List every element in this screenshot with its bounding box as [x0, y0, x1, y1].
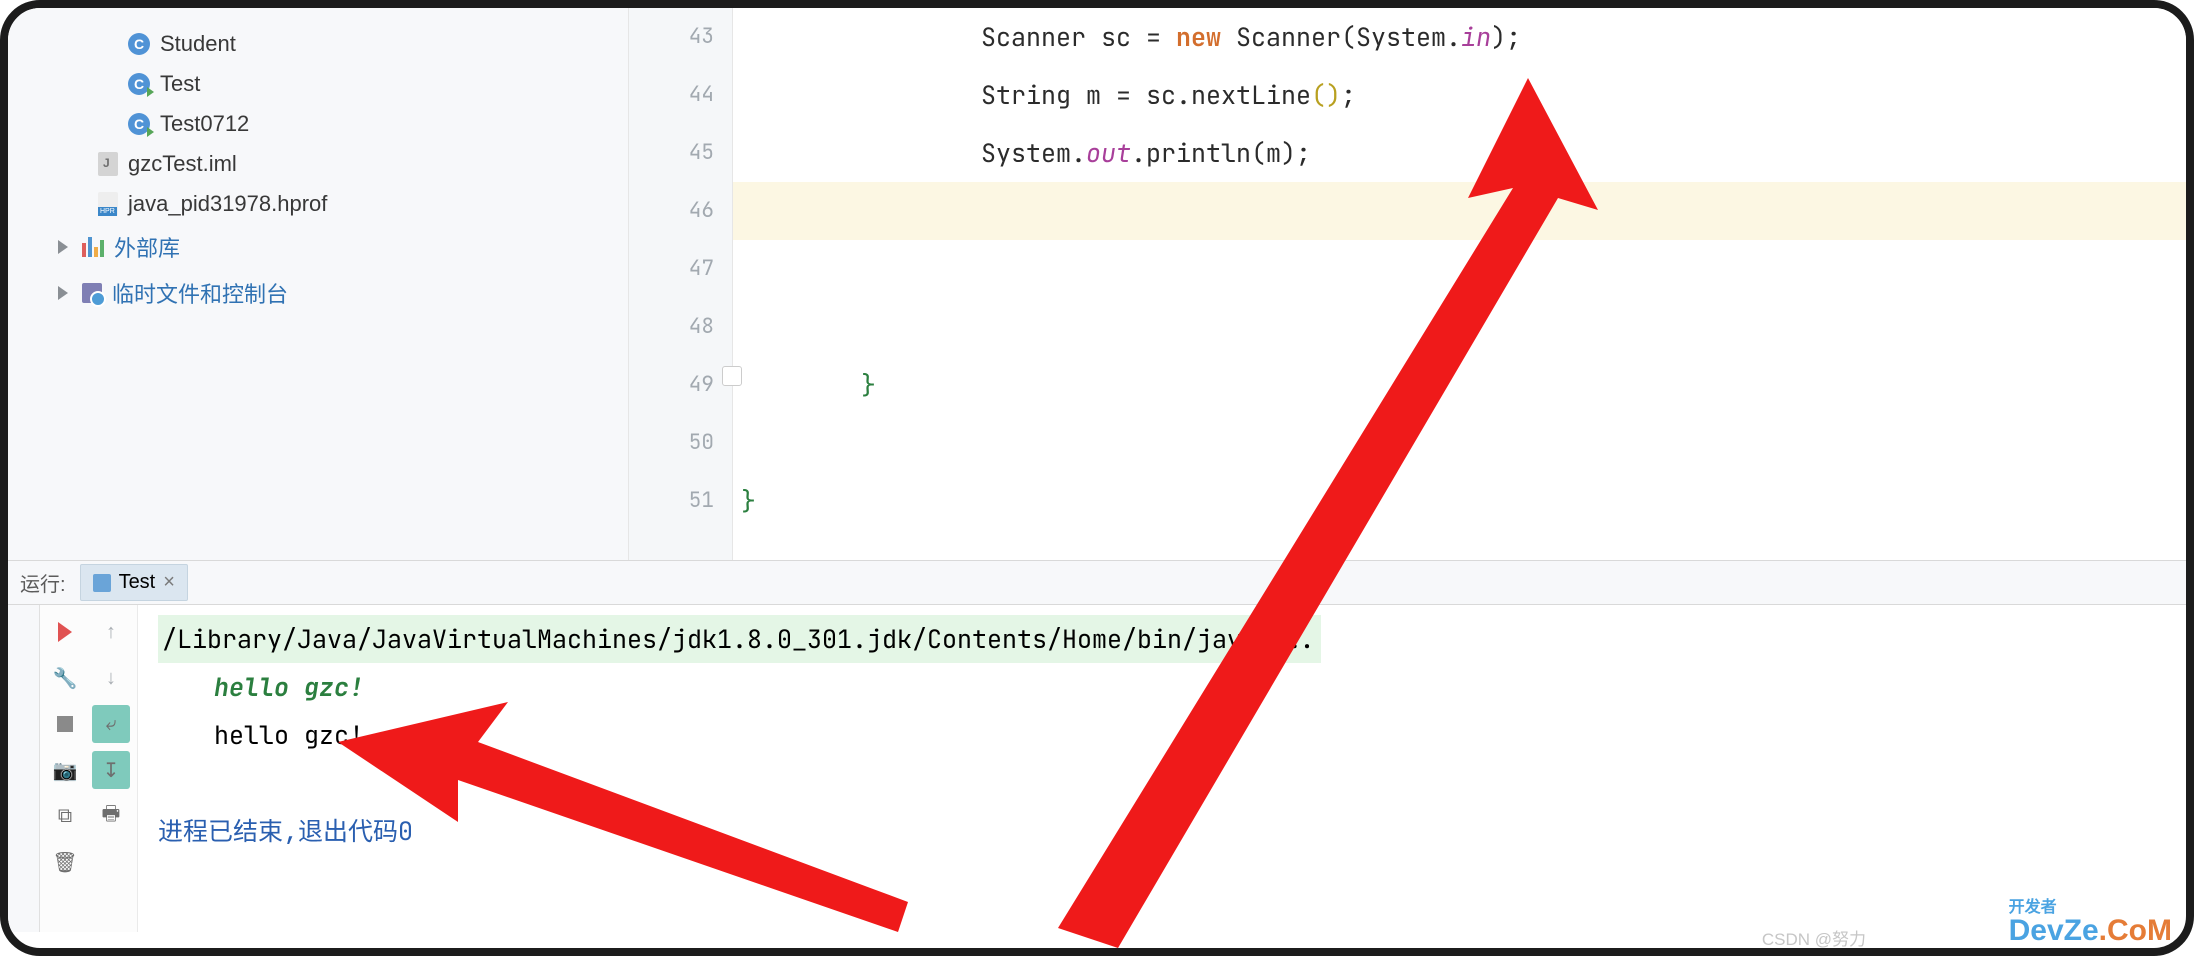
- run-toolbar: ↑ 🔧 ↓ ⤶ 📷 ↧ ⧉ 🖶 🗑: [40, 605, 138, 932]
- tree-item-test0712[interactable]: C Test0712: [8, 104, 628, 144]
- tree-label: Student: [160, 31, 236, 57]
- tree-item-student[interactable]: C Student: [8, 24, 628, 64]
- tree-item-external-libs[interactable]: 外部库: [8, 224, 628, 270]
- tree-item-test[interactable]: C Test: [8, 64, 628, 104]
- line-number: 43: [629, 8, 714, 66]
- play-icon: [58, 622, 72, 642]
- stop-button[interactable]: [46, 705, 84, 743]
- run-panel-label: 运行:: [20, 568, 66, 597]
- run-tabs-bar: 运行: Test ×: [8, 561, 2186, 605]
- scroll-end-icon: ↧: [103, 758, 120, 783]
- code-area[interactable]: Scanner sc = new Scanner(System.in); Str…: [733, 8, 2186, 560]
- rerun-button[interactable]: [46, 613, 84, 651]
- line-number: 45: [629, 124, 714, 182]
- line-number: 44: [629, 66, 714, 124]
- line-number: 48: [629, 298, 714, 356]
- scratches-icon: [82, 283, 102, 303]
- delete-button[interactable]: 🗑: [46, 843, 84, 881]
- code-line: System.out.println(m);: [733, 124, 2186, 182]
- iml-file-icon: [98, 152, 118, 176]
- class-icon: C: [128, 33, 150, 55]
- line-number: 46: [629, 182, 714, 240]
- tree-item-hprof[interactable]: java_pid31978.hprof: [8, 184, 628, 224]
- screenshot-button[interactable]: 📷: [46, 751, 84, 789]
- wrench-icon: 🔧: [53, 666, 78, 691]
- scroll-to-end-button[interactable]: ↧: [92, 751, 130, 789]
- run-tab-test[interactable]: Test ×: [80, 564, 188, 601]
- tree-item-scratches[interactable]: 临时文件和控制台: [8, 270, 628, 316]
- console-exit-message: 进程已结束,退出代码0: [158, 807, 2166, 855]
- code-line: [733, 414, 2186, 472]
- run-tab-label: Test: [119, 571, 156, 594]
- editor-gutter: 43 44 45 46 47 48 49 50 51: [629, 8, 733, 560]
- trash-icon: 🗑: [52, 850, 77, 875]
- tree-label: 临时文件和控制台: [112, 277, 288, 309]
- tree-label: Test: [160, 71, 200, 97]
- console-output[interactable]: /Library/Java/JavaVirtualMachines/jdk1.8…: [138, 605, 2186, 932]
- line-number: 51: [629, 472, 714, 530]
- console-stdout: hello gzc!: [158, 711, 2166, 759]
- chevron-right-icon: [58, 286, 68, 300]
- tree-label: Test0712: [160, 111, 249, 137]
- layout-icon: ⧉: [58, 805, 72, 828]
- code-editor[interactable]: 43 44 45 46 47 48 49 50 51 Scanner sc = …: [628, 8, 2186, 560]
- settings-button[interactable]: 🔧: [46, 659, 84, 697]
- code-line: [733, 240, 2186, 298]
- watermark-csdn: CSDN @努力: [1762, 925, 1866, 950]
- arrow-down-icon: ↓: [106, 667, 116, 690]
- code-line: Scanner sc = new Scanner(System.in);: [733, 8, 2186, 66]
- tree-label: 外部库: [114, 231, 180, 263]
- down-button[interactable]: ↓: [92, 659, 130, 697]
- fold-marker-icon[interactable]: [722, 366, 742, 386]
- run-tool-window: 运行: Test × ↑ 🔧 ↓ ⤶ 📷 ↧ ⧉ 🖶 🗑: [8, 560, 2186, 932]
- camera-icon: 📷: [53, 758, 78, 783]
- code-line: String m = sc.nextLine();: [733, 66, 2186, 124]
- printer-icon: 🖶: [102, 799, 121, 833]
- application-icon: [93, 574, 111, 592]
- line-number: 50: [629, 414, 714, 472]
- hprof-file-icon: [98, 192, 118, 216]
- line-number: 47: [629, 240, 714, 298]
- class-runnable-icon: C: [128, 73, 150, 95]
- class-runnable-icon: C: [128, 113, 150, 135]
- arrow-up-icon: ↑: [106, 621, 116, 644]
- print-button[interactable]: 🖶: [92, 797, 130, 835]
- code-line: }: [733, 356, 2186, 414]
- close-icon[interactable]: ×: [163, 571, 175, 594]
- tree-label: gzcTest.iml: [128, 151, 237, 177]
- line-number: 49: [629, 356, 714, 414]
- code-line: }: [733, 472, 2186, 530]
- code-line: [733, 298, 2186, 356]
- layout-button[interactable]: ⧉: [46, 797, 84, 835]
- tree-item-iml[interactable]: gzcTest.iml: [8, 144, 628, 184]
- console-command: /Library/Java/JavaVirtualMachines/jdk1.8…: [158, 615, 1321, 663]
- watermark-devze: 开发者 DevZe.CoM: [2009, 902, 2172, 948]
- console-stdin: hello gzc!: [158, 663, 2166, 711]
- stop-icon: [57, 716, 73, 732]
- tree-label: java_pid31978.hprof: [128, 191, 327, 217]
- code-line-current: [733, 182, 2186, 240]
- library-icon: [82, 237, 104, 257]
- wrap-icon: ⤶: [105, 713, 116, 736]
- project-tree[interactable]: C Student C Test C Test0712 gzcTest.iml …: [8, 8, 628, 560]
- up-button[interactable]: ↑: [92, 613, 130, 651]
- soft-wrap-button[interactable]: ⤶: [92, 705, 130, 743]
- chevron-right-icon: [58, 240, 68, 254]
- side-rail: [8, 605, 40, 932]
